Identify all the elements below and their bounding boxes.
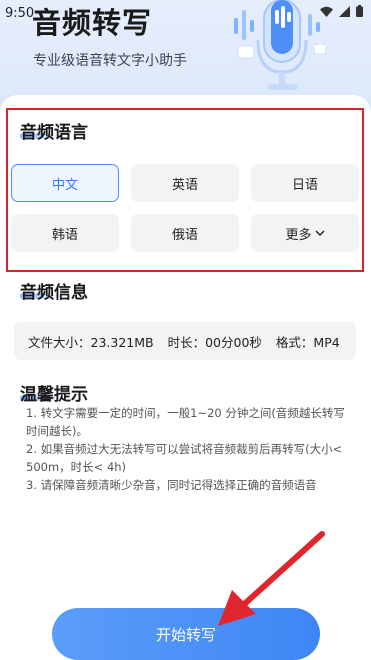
battery-icon [356,5,363,17]
microphone-illustration-icon [234,0,327,90]
tip-line: 3. 请保障音频清晰少杂音，同时记得选择正确的音频语音 [26,478,317,492]
signal-icon [339,5,350,17]
app-subtitle: 专业级语音转文字小助手 [33,53,187,69]
format-text: 格式：MP4 [275,334,340,350]
info-section-title: 音频信息 [20,283,88,303]
status-time: 9:50 [5,6,35,21]
tips-section-title: 温馨提示 [20,385,88,405]
status-icons [320,5,363,17]
file-size-text: 文件大小：23.321MB [28,334,154,350]
duration-text: 时长：00分00秒 [167,334,262,350]
wifi-icon [320,6,333,17]
annotation-highlight-box [6,108,364,272]
header-banner: 9:50 音频转写 专业级语音转文字小助手 [0,0,371,110]
audio-info-bar: 文件大小：23.321MB 时长：00分00秒 格式：MP4 [14,322,356,360]
tip-line: 1. 转文字需要一定的时间，一般1~20 分钟之间(音频越长转写时间越长)。 [26,406,345,438]
app-title: 音频转写 [32,6,153,40]
start-transcription-button[interactable]: 开始转写 [52,608,320,660]
tip-line: 2. 如果音频过大无法转写可以尝试将音频裁剪后再转写(大小< 500m，时长< … [26,442,343,474]
tips-text: 1. 转文字需要一定的时间，一般1~20 分钟之间(音频越长转写时间越长)。 2… [26,404,356,494]
